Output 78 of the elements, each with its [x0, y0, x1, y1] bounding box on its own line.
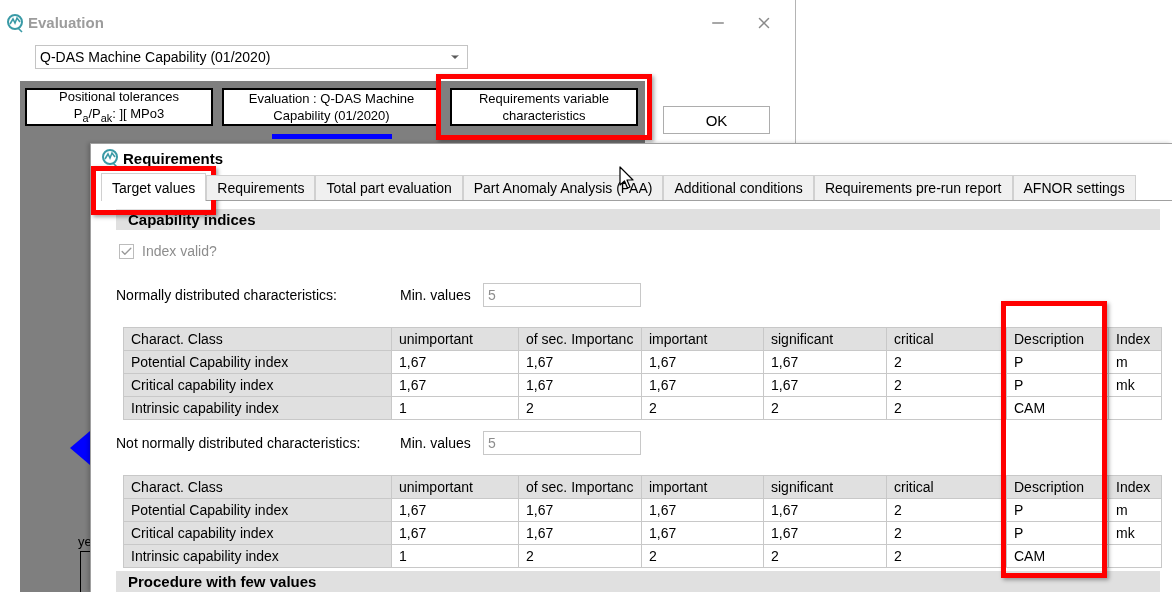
- column-header: of sec. Importanc: [519, 476, 642, 499]
- table-cell[interactable]: 1,67: [519, 351, 642, 374]
- dialog-title: Requirements: [123, 149, 224, 167]
- table-cell[interactable]: 2: [642, 545, 764, 568]
- column-header: significant: [764, 476, 887, 499]
- min-values-label: Min. values: [400, 287, 472, 303]
- section-header: Capability indices: [116, 209, 1160, 230]
- column-header: Charact. Class: [124, 328, 392, 351]
- tab[interactable]: Additional conditions: [663, 175, 814, 200]
- table-cell[interactable]: 1,67: [519, 522, 642, 545]
- table-cell[interactable]: m: [1109, 499, 1162, 522]
- dialog-logo-icon: [101, 148, 119, 168]
- row-header-cell: Potential Capability index: [124, 499, 392, 522]
- column-header: Charact. Class: [124, 476, 392, 499]
- column-header: important: [642, 328, 764, 351]
- table-cell[interactable]: 2: [764, 397, 887, 420]
- header-box[interactable]: Positional tolerances P$_{a}$/P$_{ak}$: ][ MPo3: [25, 88, 213, 126]
- triangle-icon: [70, 431, 90, 465]
- table-cell[interactable]: m: [1109, 351, 1162, 374]
- tab[interactable]: AFNOR settings: [1012, 175, 1136, 200]
- table-cell[interactable]: 1: [392, 545, 519, 568]
- app-logo-icon: [6, 12, 24, 33]
- window-title: Evaluation: [28, 14, 104, 31]
- table-cell[interactable]: mk: [1109, 374, 1162, 397]
- table-cell[interactable]: P: [1007, 374, 1109, 397]
- ok-button[interactable]: OK: [663, 106, 770, 134]
- table-cell[interactable]: 1,67: [642, 499, 764, 522]
- evaluation-dropdown[interactable]: Q-DAS Machine Capability (01/2020): [35, 45, 468, 69]
- column-header: Description: [1007, 476, 1109, 499]
- row-header-cell: Intrinsic capability index: [124, 545, 392, 568]
- table-cell[interactable]: CAM: [1007, 545, 1109, 568]
- table-cell[interactable]: [1109, 397, 1162, 420]
- table-cell[interactable]: 1: [392, 397, 519, 420]
- column-header: Description: [1007, 328, 1109, 351]
- table-cell[interactable]: 1,67: [764, 351, 887, 374]
- table-cell[interactable]: 2: [642, 397, 764, 420]
- table-cell[interactable]: 1,67: [764, 522, 887, 545]
- table-cell[interactable]: 1,67: [642, 351, 764, 374]
- table-cell[interactable]: 1,67: [764, 374, 887, 397]
- row-header-cell: Intrinsic capability index: [124, 397, 392, 420]
- table-cell[interactable]: 1,67: [392, 374, 519, 397]
- section-header: Procedure with few values: [116, 571, 1160, 592]
- table-cell[interactable]: 2: [519, 397, 642, 420]
- table-cell[interactable]: 1,67: [392, 351, 519, 374]
- table-cell[interactable]: 1,67: [519, 374, 642, 397]
- tab[interactable]: Target values: [101, 173, 207, 201]
- column-header: unimportant: [392, 328, 519, 351]
- row-header-cell: Critical capability index: [124, 374, 392, 397]
- checkbox-label: Index valid?: [142, 243, 217, 259]
- table-cell[interactable]: [1109, 545, 1162, 568]
- table-cell[interactable]: 2: [519, 545, 642, 568]
- table-cell[interactable]: 1,67: [392, 522, 519, 545]
- row-header-cell: Critical capability index: [124, 522, 392, 545]
- header-box[interactable]: Requirements variable characteristics: [450, 88, 638, 126]
- column-header: unimportant: [392, 476, 519, 499]
- table-cell[interactable]: 2: [764, 545, 887, 568]
- tab[interactable]: Total part evaluation: [315, 175, 463, 200]
- table-cell[interactable]: P: [1007, 499, 1109, 522]
- column-header: Index: [1109, 328, 1162, 351]
- column-header: significant: [764, 328, 887, 351]
- tab[interactable]: Requirements pre-run report: [813, 175, 1013, 200]
- table-cell[interactable]: 1,67: [764, 499, 887, 522]
- column-header: Index: [1109, 476, 1162, 499]
- column-header: of sec. Importanc: [519, 328, 642, 351]
- min-values-label: Min. values: [400, 435, 472, 451]
- table-cell[interactable]: 1,67: [519, 499, 642, 522]
- tab[interactable]: Requirements: [206, 175, 316, 200]
- table-cell[interactable]: 1,67: [642, 374, 764, 397]
- section-label: Not normally distributed characteristics:: [116, 435, 362, 451]
- table-cell[interactable]: 1,67: [642, 522, 764, 545]
- table-cell[interactable]: 1,67: [392, 499, 519, 522]
- table-cell[interactable]: mk: [1109, 522, 1162, 545]
- row-header-cell: Potential Capability index: [124, 351, 392, 374]
- section-label: Normally distributed characteristics:: [116, 287, 338, 303]
- table-cell[interactable]: P: [1007, 522, 1109, 545]
- table-cell[interactable]: P: [1007, 351, 1109, 374]
- table-cell[interactable]: CAM: [1007, 397, 1109, 420]
- column-header: important: [642, 476, 764, 499]
